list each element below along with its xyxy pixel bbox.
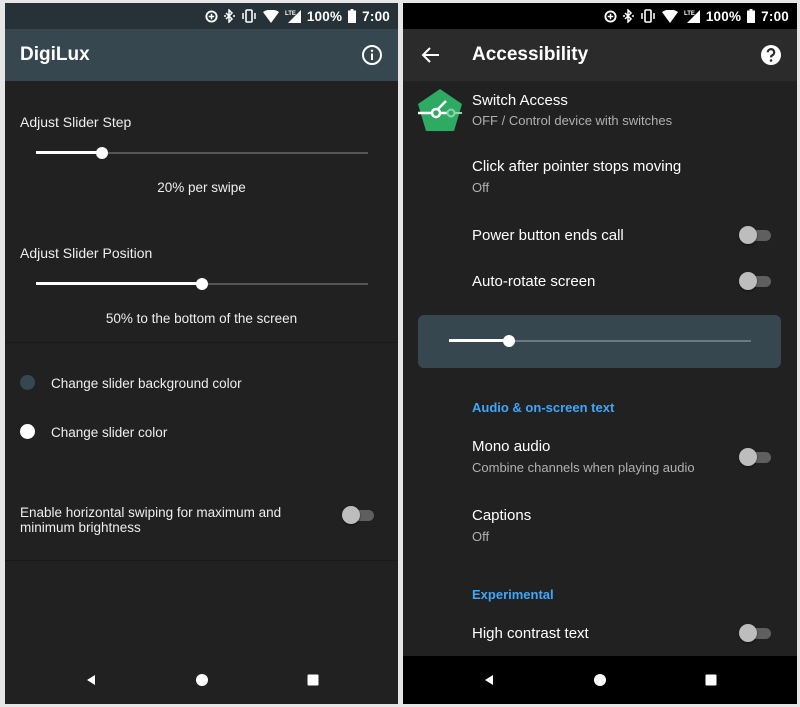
digilux-screen: LTE 100% 7:00 DigiLux Adjust Slider Step… — [5, 3, 398, 704]
vibrate-icon — [641, 9, 655, 23]
slider-thumb[interactable] — [96, 147, 109, 159]
bluetooth-icon — [622, 9, 634, 23]
slider-position-label: Adjust Slider Position — [20, 245, 153, 261]
slider-thumb[interactable] — [503, 335, 516, 347]
slider-position[interactable] — [36, 276, 368, 292]
slider-thumb[interactable] — [196, 278, 208, 290]
vibrate-icon — [242, 9, 256, 23]
slider-position-caption: 50% to the bottom of the screen — [105, 311, 298, 326]
battery-icon — [747, 9, 756, 23]
power-button-toggle[interactable] — [739, 225, 771, 245]
battery-percent: 100% — [705, 8, 742, 24]
item-subtitle: Combine channels when playing audio — [472, 460, 695, 475]
mono-audio-toggle[interactable] — [739, 447, 771, 467]
item-title: High contrast text — [472, 625, 589, 642]
color-option-label: Change slider background color — [51, 376, 242, 391]
item-subtitle: Off — [472, 529, 490, 544]
navigation-bar — [403, 656, 797, 704]
toggle-thumb — [342, 506, 360, 524]
slider-step-label: Adjust Slider Step — [20, 114, 132, 130]
help-icon[interactable] — [759, 43, 783, 67]
toggle-thumb — [739, 448, 757, 466]
toggle-thumb — [739, 272, 757, 290]
divider — [5, 342, 398, 343]
battery-icon — [348, 9, 357, 23]
data-saver-icon — [604, 9, 617, 23]
app-title: DigiLux — [20, 44, 90, 65]
clock: 7:00 — [362, 8, 390, 24]
toggle-thumb — [739, 624, 757, 642]
page-title: Accessibility — [472, 44, 589, 65]
item-subtitle: OFF / Control device with switches — [472, 113, 673, 128]
color-swatch-icon — [20, 375, 35, 390]
item-title: Click after pointer stops moving — [472, 158, 682, 175]
accessibility-screen: LTE 100% 7:00 Accessibility Switch Acces… — [403, 3, 797, 704]
color-option-label: Change slider color — [51, 425, 168, 440]
item-title: Power button ends call — [472, 227, 624, 244]
app-bar: DigiLux — [5, 29, 398, 81]
label-line: minimum brightness — [20, 520, 141, 535]
slider-step-caption: 20% per swipe — [157, 180, 246, 195]
toggle-thumb — [739, 226, 757, 244]
horizontal-swipe-label: Enable horizontal swiping for maximum an… — [20, 505, 310, 535]
label-line: Enable horizontal swiping for maximum an… — [20, 505, 282, 520]
slider-fill — [36, 282, 202, 285]
slider-step[interactable] — [36, 145, 368, 161]
home-icon[interactable] — [593, 673, 607, 687]
lte-signal-icon: LTE — [684, 10, 700, 23]
svg-text:LTE: LTE — [684, 11, 695, 17]
item-title: Mono audio — [472, 438, 551, 455]
app-bar: Accessibility — [403, 29, 797, 81]
navigation-bar — [5, 656, 398, 704]
divider — [5, 560, 398, 561]
slider-fill — [449, 339, 510, 342]
high-contrast-toggle[interactable] — [739, 623, 771, 643]
brightness-slider-overlay — [418, 315, 781, 368]
home-icon[interactable] — [195, 673, 209, 687]
wifi-icon — [661, 9, 678, 23]
item-title: Switch Access — [472, 92, 568, 109]
recents-icon[interactable] — [306, 673, 320, 687]
auto-rotate-toggle[interactable] — [739, 271, 771, 291]
bluetooth-icon — [223, 9, 235, 23]
item-subtitle: Off — [472, 180, 490, 195]
slider-fill — [36, 151, 103, 154]
status-bar: LTE 100% 7:00 — [403, 3, 797, 29]
svg-text:LTE: LTE — [285, 11, 296, 17]
color-swatch-icon — [20, 424, 35, 439]
clock: 7:00 — [761, 8, 789, 24]
status-bar: LTE 100% 7:00 — [5, 3, 398, 29]
brightness-slider[interactable] — [449, 333, 751, 349]
switch-access-icon — [418, 89, 462, 131]
arrow-back-icon[interactable] — [419, 43, 443, 67]
battery-percent: 100% — [306, 8, 343, 24]
lte-signal-icon: LTE — [285, 10, 301, 23]
back-icon[interactable] — [84, 673, 98, 687]
wifi-icon — [262, 9, 279, 23]
data-saver-icon — [205, 9, 218, 23]
category-audio: Audio & on-screen text — [472, 400, 615, 415]
item-title: Auto-rotate screen — [472, 273, 596, 290]
back-icon[interactable] — [482, 673, 496, 687]
item-title: Captions — [472, 507, 532, 524]
category-experimental: Experimental — [472, 587, 554, 602]
recents-icon[interactable] — [704, 673, 718, 687]
horizontal-swipe-toggle[interactable] — [342, 505, 374, 525]
info-icon[interactable] — [360, 43, 384, 67]
